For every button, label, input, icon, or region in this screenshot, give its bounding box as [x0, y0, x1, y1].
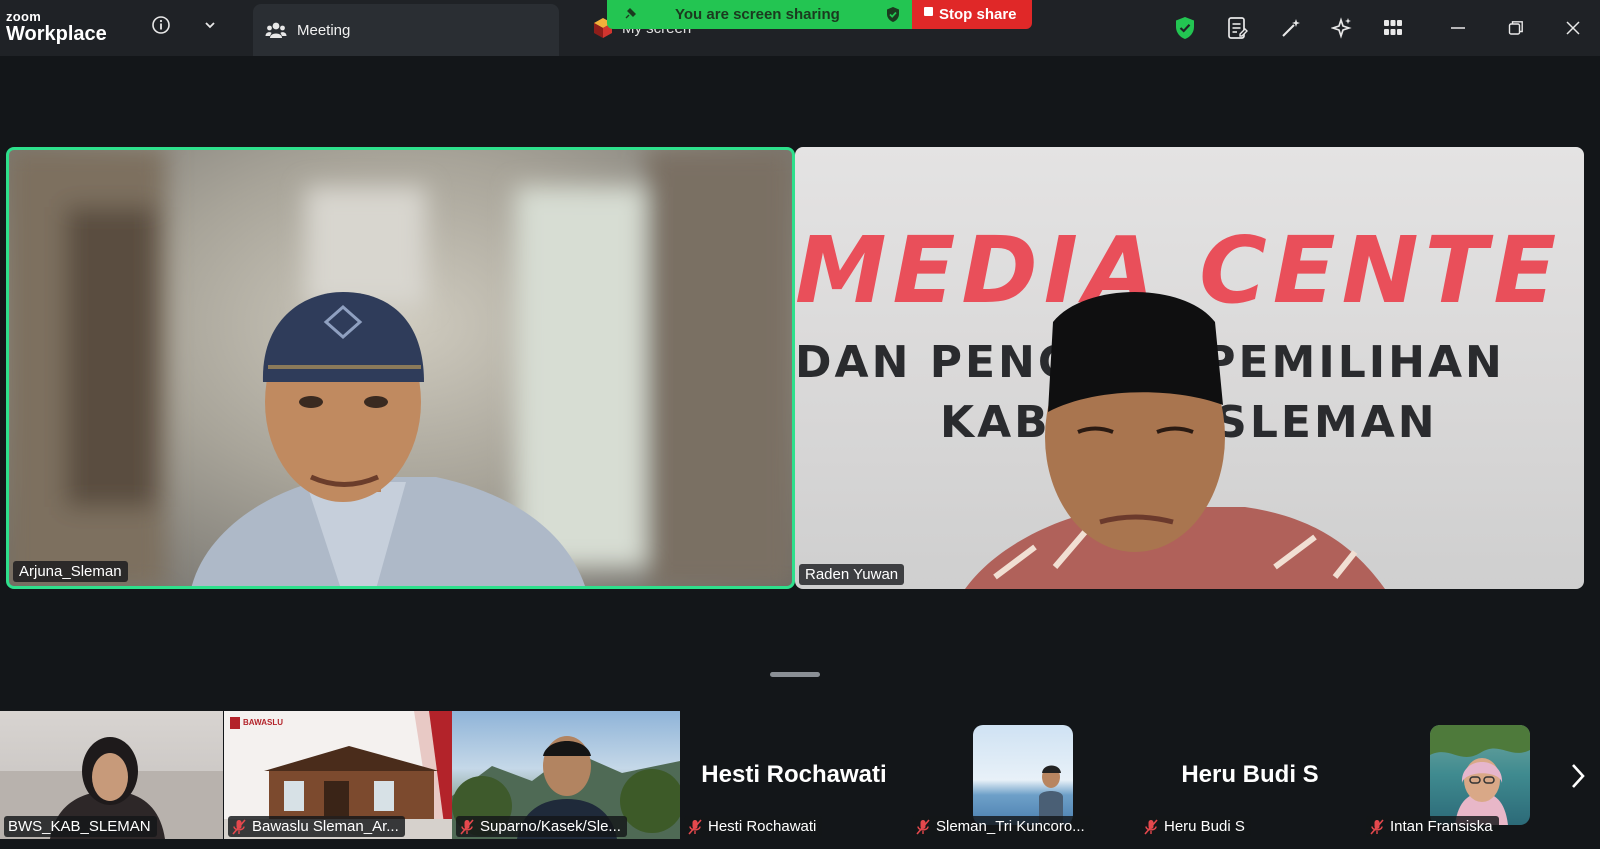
- participants-icon: [265, 22, 287, 38]
- logo-zoom-text: zoom: [6, 9, 42, 24]
- participant-name-tag: Heru Budi S: [1140, 816, 1251, 837]
- participant-video: MEDIA CENTE DAN PENG S PEMILIHAN KAB EN …: [795, 217, 1556, 589]
- screen-sharing-banner: You are screen sharing: [607, 0, 912, 29]
- participant-thumbnail[interactable]: BWS_KAB_SLEMAN: [0, 711, 223, 839]
- close-icon[interactable]: [1560, 14, 1586, 42]
- participant-video: [9, 150, 792, 586]
- minimize-icon[interactable]: [1445, 14, 1471, 42]
- participant-strip: BWS_KAB_SLEMAN BAWASLU Bawaslu Sleman_Ar…: [0, 711, 1600, 839]
- stop-icon: [924, 7, 933, 16]
- participant-thumbnail[interactable]: Sleman_Tri Kuncoro...: [908, 711, 1136, 839]
- muted-mic-icon: [232, 818, 246, 835]
- participant-name-tag: BWS_KAB_SLEMAN: [4, 816, 157, 837]
- pin-icon[interactable]: [623, 7, 637, 21]
- stop-share-button[interactable]: Stop share: [912, 0, 1032, 29]
- participant-display-name: Heru Budi S: [1181, 761, 1319, 788]
- participant-name: Hesti Rochawati: [708, 818, 817, 835]
- participant-name: Bawaslu Sleman_Ar...: [252, 818, 399, 835]
- participant-display-name: Hesti Rochawati: [701, 761, 887, 788]
- security-shield-icon[interactable]: [1172, 14, 1198, 42]
- participant-name: Sleman_Tri Kuncoro...: [936, 818, 1085, 835]
- participant-thumbnail[interactable]: Intan Fransiska: [1364, 711, 1554, 839]
- muted-mic-icon: [1144, 818, 1158, 835]
- avatar: [973, 725, 1073, 825]
- video-tile[interactable]: MEDIA CENTE DAN PENG S PEMILIHAN KAB EN …: [795, 147, 1584, 589]
- participant-name-tag: Suparno/Kasek/Sle...: [456, 816, 627, 837]
- next-page-chevron-right-icon[interactable]: [1566, 760, 1590, 792]
- chevron-down-icon[interactable]: [199, 14, 221, 36]
- info-icon[interactable]: [150, 14, 172, 36]
- muted-mic-icon: [688, 818, 702, 835]
- participant-name-tag: Intan Fransiska: [1366, 816, 1499, 837]
- muted-mic-icon: [916, 818, 930, 835]
- participant-name-tag: Hesti Rochawati: [684, 816, 823, 837]
- magic-wand-icon[interactable]: [1278, 14, 1304, 42]
- apps-grid-icon[interactable]: [1380, 14, 1406, 42]
- muted-mic-icon: [1370, 818, 1384, 835]
- avatar: [1430, 725, 1530, 825]
- participant-name: Heru Budi S: [1164, 818, 1245, 835]
- title-bar: zoom Workplace Meeting My screen You are…: [0, 0, 1600, 56]
- participant-name: Suparno/Kasek/Sle...: [480, 818, 621, 835]
- strip-resize-handle[interactable]: [770, 672, 820, 677]
- participant-name-tag: Bawaslu Sleman_Ar...: [228, 816, 405, 837]
- participant-thumbnail[interactable]: BAWASLU Bawaslu Sleman_Ar...: [224, 711, 452, 839]
- zoom-logo: zoom Workplace: [6, 10, 107, 45]
- notes-icon[interactable]: [1224, 14, 1250, 42]
- ai-companion-icon[interactable]: [1329, 14, 1355, 42]
- participant-name-tag: Raden Yuwan: [799, 564, 905, 585]
- participant-thumbnail[interactable]: Suparno/Kasek/Sle...: [452, 711, 680, 839]
- participant-thumbnail[interactable]: Heru Budi S Heru Budi S: [1136, 711, 1364, 839]
- tab-meeting-label: Meeting: [297, 21, 351, 39]
- participant-name: BWS_KAB_SLEMAN: [8, 818, 151, 835]
- shield-check-icon: [887, 7, 899, 22]
- logo-workplace-text: Workplace: [6, 23, 107, 45]
- screen-sharing-text: You are screen sharing: [675, 6, 840, 23]
- tab-meeting[interactable]: Meeting: [253, 4, 559, 56]
- participant-thumbnail[interactable]: Hesti Rochawati Hesti Rochawati: [680, 711, 908, 839]
- bawaslu-logo-text: BAWASLU: [243, 718, 283, 727]
- participant-name: Intan Fransiska: [1390, 818, 1493, 835]
- restore-icon[interactable]: [1503, 14, 1529, 42]
- video-tile-active-speaker[interactable]: Arjuna_Sleman: [6, 147, 795, 589]
- participant-name-tag: Arjuna_Sleman: [13, 561, 128, 582]
- muted-mic-icon: [460, 818, 474, 835]
- stop-share-label: Stop share: [939, 6, 1017, 23]
- participant-name-tag: Sleman_Tri Kuncoro...: [912, 816, 1091, 837]
- avatar-photo: [1430, 725, 1530, 825]
- avatar-photo: [1039, 765, 1063, 825]
